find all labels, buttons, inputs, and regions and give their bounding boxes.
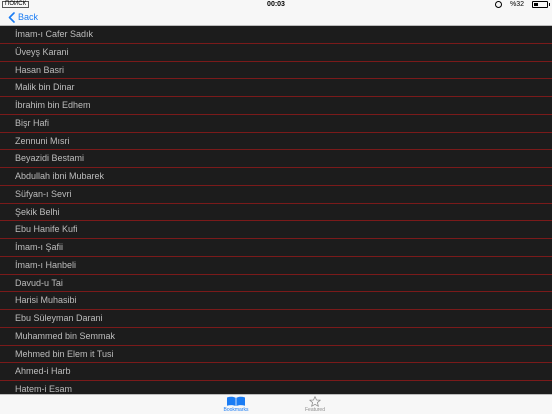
list-item[interactable]: Hasan Basri <box>0 62 552 80</box>
navigation-bar: Back <box>0 9 552 26</box>
list-item[interactable]: Harisi Muhasibi <box>0 292 552 310</box>
list-item[interactable]: Bişr Hafi <box>0 115 552 133</box>
list-item[interactable]: Süfyan-ı Sevri <box>0 186 552 204</box>
tab-bookmarks-label: Bookmarks <box>223 407 249 413</box>
list-item[interactable]: Hatem-i Esam <box>0 381 552 394</box>
status-right: %32 <box>494 0 550 9</box>
list-item[interactable]: İmam-ı Şafii <box>0 239 552 257</box>
tab-bookmarks[interactable]: Bookmarks <box>211 396 261 414</box>
list-item[interactable]: Beyazidi Bestami <box>0 150 552 168</box>
list-item[interactable]: İbrahim bin Edhem <box>0 97 552 115</box>
saint-list[interactable]: İmam-ı Cafer Sadık Üveyş Karani Hasan Basr… <box>0 26 552 394</box>
list-item[interactable]: Şekik Belhi <box>0 204 552 222</box>
list-item[interactable]: Abdullah ibni Mubarek <box>0 168 552 186</box>
back-button-label: Back <box>18 12 39 22</box>
list-item[interactable]: Davud-u Tai <box>0 275 552 293</box>
status-time: 00:03 <box>267 1 285 8</box>
list-item[interactable]: Malik bin Dinar <box>0 79 552 97</box>
battery-fill <box>534 3 538 6</box>
list-item[interactable]: Muhammed bin Semmak <box>0 328 552 346</box>
back-button[interactable]: Back <box>8 9 38 25</box>
chevron-left-icon <box>8 11 15 23</box>
battery-cap <box>549 3 550 6</box>
battery-icon <box>532 1 550 8</box>
list-item[interactable]: Üveyş Karani <box>0 44 552 62</box>
list-item[interactable]: İmam-ı Cafer Sadık <box>0 26 552 44</box>
tab-bar: Bookmarks Featured <box>0 394 552 414</box>
book-icon <box>227 396 245 406</box>
app-screen: ПОИСК 00:03 %32 Back İmam-ı Cafer Sadık Ü… <box>0 0 552 414</box>
list-item[interactable]: Ebu Süleyman Darani <box>0 310 552 328</box>
orientation-lock-icon <box>494 1 502 8</box>
battery-percent: %32 <box>509 1 524 8</box>
list-item[interactable]: Zennuni Mısri <box>0 133 552 151</box>
list-item[interactable]: Ahmed-i Harb <box>0 363 552 381</box>
star-icon <box>309 396 321 407</box>
tab-featured-label: Featured <box>304 407 325 413</box>
tab-featured[interactable]: Featured <box>290 396 340 414</box>
status-bar: ПОИСК 00:03 %32 <box>0 0 552 9</box>
list-item[interactable]: Mehmed bin Elem it Tusi <box>0 346 552 364</box>
list-item[interactable]: Ebu Hanife Kufi <box>0 221 552 239</box>
list-item[interactable]: İmam-ı Hanbeli <box>0 257 552 275</box>
